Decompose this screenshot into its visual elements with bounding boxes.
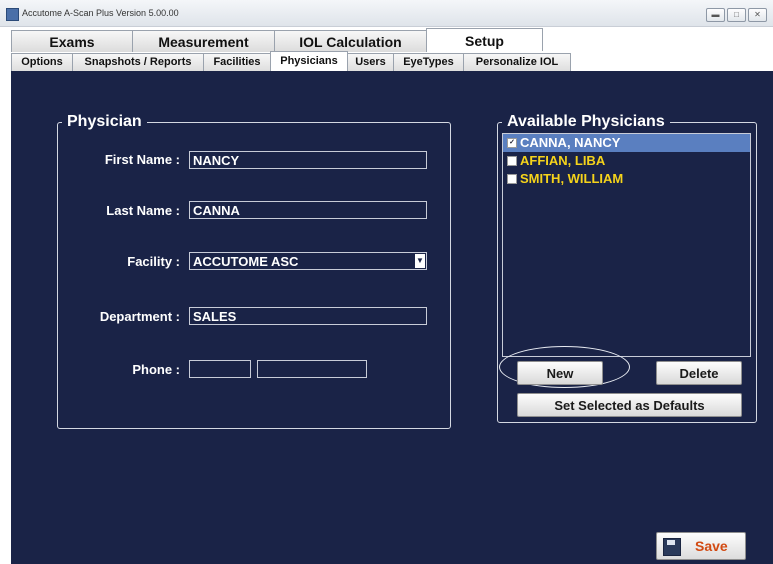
set-defaults-button[interactable]: Set Selected as Defaults: [517, 393, 742, 417]
floppy-disk-icon: [663, 538, 681, 556]
subtab-personalize-iol[interactable]: Personalize IOL: [463, 53, 571, 72]
list-item[interactable]: SMITH, WILLIAM: [503, 170, 750, 188]
facility-value: ACCUTOME ASC: [193, 254, 299, 269]
list-item[interactable]: AFFIAN, LIBA: [503, 152, 750, 170]
physician-group-title: Physician: [67, 113, 142, 130]
subtab-options[interactable]: Options: [11, 53, 73, 72]
physician-listbox[interactable]: ✓ CANNA, NANCY AFFIAN, LIBA SMITH, WILLI…: [502, 133, 751, 357]
department-label: Department :: [99, 309, 180, 324]
window-title: Accutome A-Scan Plus Version 5.00.00: [22, 8, 179, 18]
window-title-bar: Accutome A-Scan Plus Version 5.00.00 ▬ □…: [0, 0, 773, 27]
save-label: Save: [695, 538, 728, 554]
physician-name: AFFIAN, LIBA: [520, 153, 606, 168]
physician-name: CANNA, NANCY: [520, 135, 621, 150]
tab-exams[interactable]: Exams: [11, 30, 133, 52]
checkbox-icon[interactable]: [507, 156, 517, 166]
chevron-down-icon[interactable]: ▼: [415, 254, 425, 268]
tab-setup[interactable]: Setup: [426, 28, 543, 51]
list-item[interactable]: ✓ CANNA, NANCY: [503, 134, 750, 152]
last-name-label: Last Name :: [106, 203, 180, 218]
facility-label: Facility :: [127, 254, 180, 269]
subtab-physicians[interactable]: Physicians: [270, 51, 348, 71]
last-name-field[interactable]: CANNA: [189, 201, 427, 219]
subtab-snapshots-reports[interactable]: Snapshots / Reports: [72, 53, 204, 72]
minimize-icon[interactable]: ▬: [706, 8, 725, 22]
physician-name: SMITH, WILLIAM: [520, 171, 624, 186]
department-field[interactable]: SALES: [189, 307, 427, 325]
new-button[interactable]: New: [517, 361, 603, 385]
checkbox-icon[interactable]: [507, 174, 517, 184]
phone-number-field[interactable]: [257, 360, 367, 378]
checkbox-checked-icon[interactable]: ✓: [507, 138, 517, 148]
maximize-icon[interactable]: □: [727, 8, 746, 22]
first-name-field[interactable]: NANCY: [189, 151, 427, 169]
available-physicians-title: Available Physicians: [507, 113, 665, 130]
phone-area-code-field[interactable]: [189, 360, 251, 378]
subtab-eyetypes[interactable]: EyeTypes: [393, 53, 464, 72]
tab-measurement[interactable]: Measurement: [132, 30, 275, 52]
setup-physicians-panel: Physician First Name : NANCY Last Name :…: [11, 71, 773, 564]
phone-label: Phone :: [132, 362, 180, 377]
delete-button[interactable]: Delete: [656, 361, 742, 385]
subtab-users[interactable]: Users: [347, 53, 394, 72]
subtab-facilities[interactable]: Facilities: [203, 53, 271, 72]
app-icon: [6, 8, 19, 21]
tab-iol-calculation[interactable]: IOL Calculation: [274, 30, 427, 52]
close-icon[interactable]: ✕: [748, 8, 767, 22]
save-button[interactable]: Save: [656, 532, 746, 560]
first-name-label: First Name :: [104, 152, 180, 167]
facility-select[interactable]: ACCUTOME ASC ▼: [189, 252, 427, 270]
